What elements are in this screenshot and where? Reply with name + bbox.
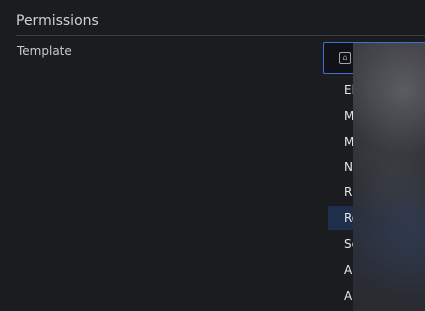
blurred-overlay [353, 43, 425, 311]
template-icon: ⌂ [339, 52, 351, 64]
section-title: Permissions [16, 13, 99, 29]
template-label: Template [17, 44, 72, 58]
section-divider [16, 35, 425, 36]
permissions-panel: Permissions Template ⌂ El M M N R Ro Sc … [0, 0, 425, 311]
